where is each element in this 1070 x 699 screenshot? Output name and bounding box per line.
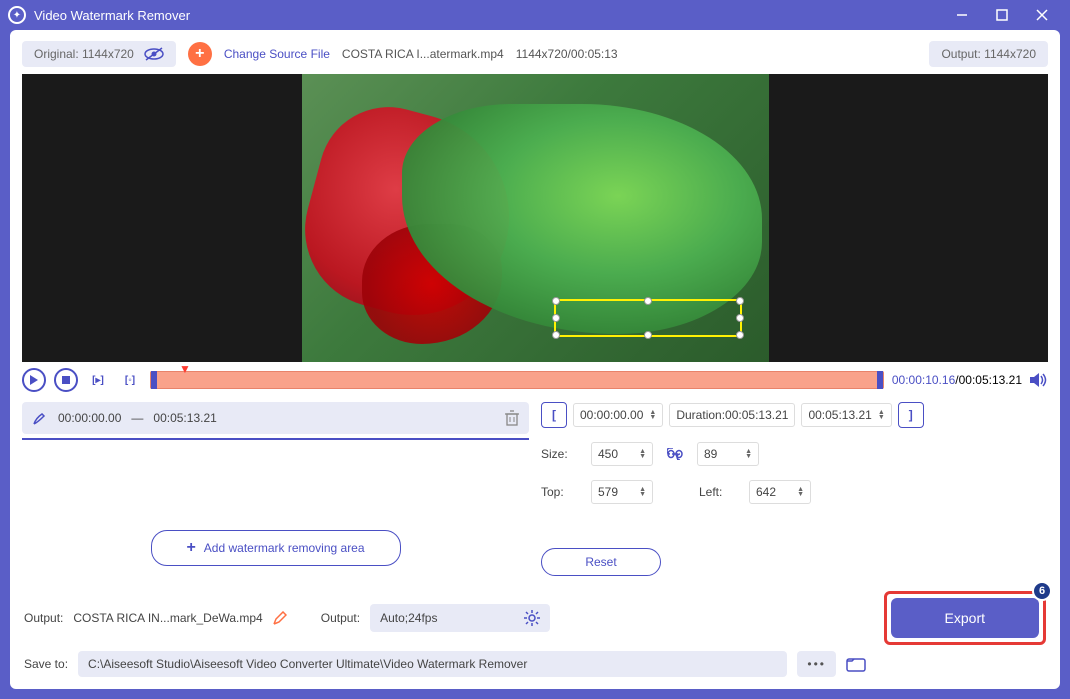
clip-start-time: 00:00:00.00	[58, 411, 121, 425]
output-resolution-chip: Output: 1144x720	[929, 41, 1048, 67]
range-start-input[interactable]: 00:00:00.00▲▼	[573, 403, 663, 427]
size-width-input[interactable]: 450▲▼	[591, 442, 653, 466]
minimize-button[interactable]	[942, 0, 982, 30]
mark-in-button[interactable]: [▸]	[86, 368, 110, 392]
range-dash: —	[131, 411, 143, 425]
left-label: Left:	[699, 485, 735, 499]
save-path-value: C:\Aiseesoft Studio\Aiseesoft Video Conv…	[88, 657, 527, 671]
source-filename: COSTA RICA I...atermark.mp4	[342, 47, 504, 61]
close-button[interactable]	[1022, 0, 1062, 30]
output-settings-field[interactable]: Auto;24fps	[370, 604, 550, 632]
aspect-lock-icon[interactable]	[667, 448, 683, 460]
plus-icon: +	[186, 539, 195, 557]
open-folder-icon[interactable]	[846, 656, 866, 672]
set-end-bracket-button[interactable]: ]	[898, 402, 924, 428]
time-display: 00:00:10.16/00:05:13.21	[892, 373, 1022, 387]
save-to-label: Save to:	[24, 657, 68, 671]
size-height-input[interactable]: 89▲▼	[697, 442, 759, 466]
save-path-field: C:\Aiseesoft Studio\Aiseesoft Video Conv…	[78, 651, 787, 677]
settings-gear-icon[interactable]	[524, 610, 540, 626]
delete-clip-icon[interactable]	[505, 410, 519, 426]
top-input[interactable]: 579▲▼	[591, 480, 653, 504]
export-highlight-box: Export	[884, 591, 1046, 645]
range-duration-display: Duration:00:05:13.21	[669, 403, 795, 427]
output-resolution-label: Output: 1144x720	[941, 47, 1036, 61]
output-filename: COSTA RICA IN...mark_DeWa.mp4	[73, 611, 262, 625]
set-start-bracket-button[interactable]: [	[541, 402, 567, 428]
maximize-button[interactable]	[982, 0, 1022, 30]
add-watermark-area-button[interactable]: + Add watermark removing area	[151, 530, 401, 566]
rename-output-icon[interactable]	[273, 611, 287, 625]
video-preview[interactable]	[22, 74, 1048, 362]
step-annotation-badge: 6	[1032, 581, 1052, 601]
preview-toggle-icon[interactable]	[144, 47, 164, 61]
add-file-button[interactable]: +	[188, 42, 212, 66]
original-resolution-chip: Original: 1144x720	[22, 41, 176, 67]
reset-button[interactable]: Reset	[541, 548, 661, 576]
left-input[interactable]: 642▲▼	[749, 480, 811, 504]
output-file-label: Output:	[24, 611, 63, 625]
range-end-input[interactable]: 00:05:13.21▲▼	[801, 403, 891, 427]
source-dimensions-duration: 1144x720/00:05:13	[516, 47, 618, 61]
app-title: Video Watermark Remover	[34, 8, 190, 23]
clip-segment-row[interactable]: 00:00:00.00 — 00:05:13.21	[22, 402, 529, 434]
mark-out-button[interactable]: [◦]	[118, 368, 142, 392]
stop-button[interactable]	[54, 368, 78, 392]
play-button[interactable]	[22, 368, 46, 392]
change-source-link[interactable]: Change Source File	[224, 47, 330, 61]
output-settings-label: Output:	[321, 611, 360, 625]
export-button[interactable]: Export	[891, 598, 1039, 638]
volume-icon[interactable]	[1030, 372, 1048, 388]
more-options-button[interactable]: •••	[797, 651, 836, 677]
watermark-selection-box[interactable]	[554, 299, 742, 337]
clip-end-time: 00:05:13.21	[153, 411, 216, 425]
playhead-marker[interactable]: ▼	[179, 362, 191, 376]
original-resolution-label: Original: 1144x720	[34, 47, 134, 61]
size-label: Size:	[541, 447, 577, 461]
top-label: Top:	[541, 485, 577, 499]
timeline-scrubber[interactable]: ▼	[150, 371, 884, 389]
brush-icon	[32, 410, 48, 426]
app-logo-icon: ✦	[8, 6, 26, 24]
